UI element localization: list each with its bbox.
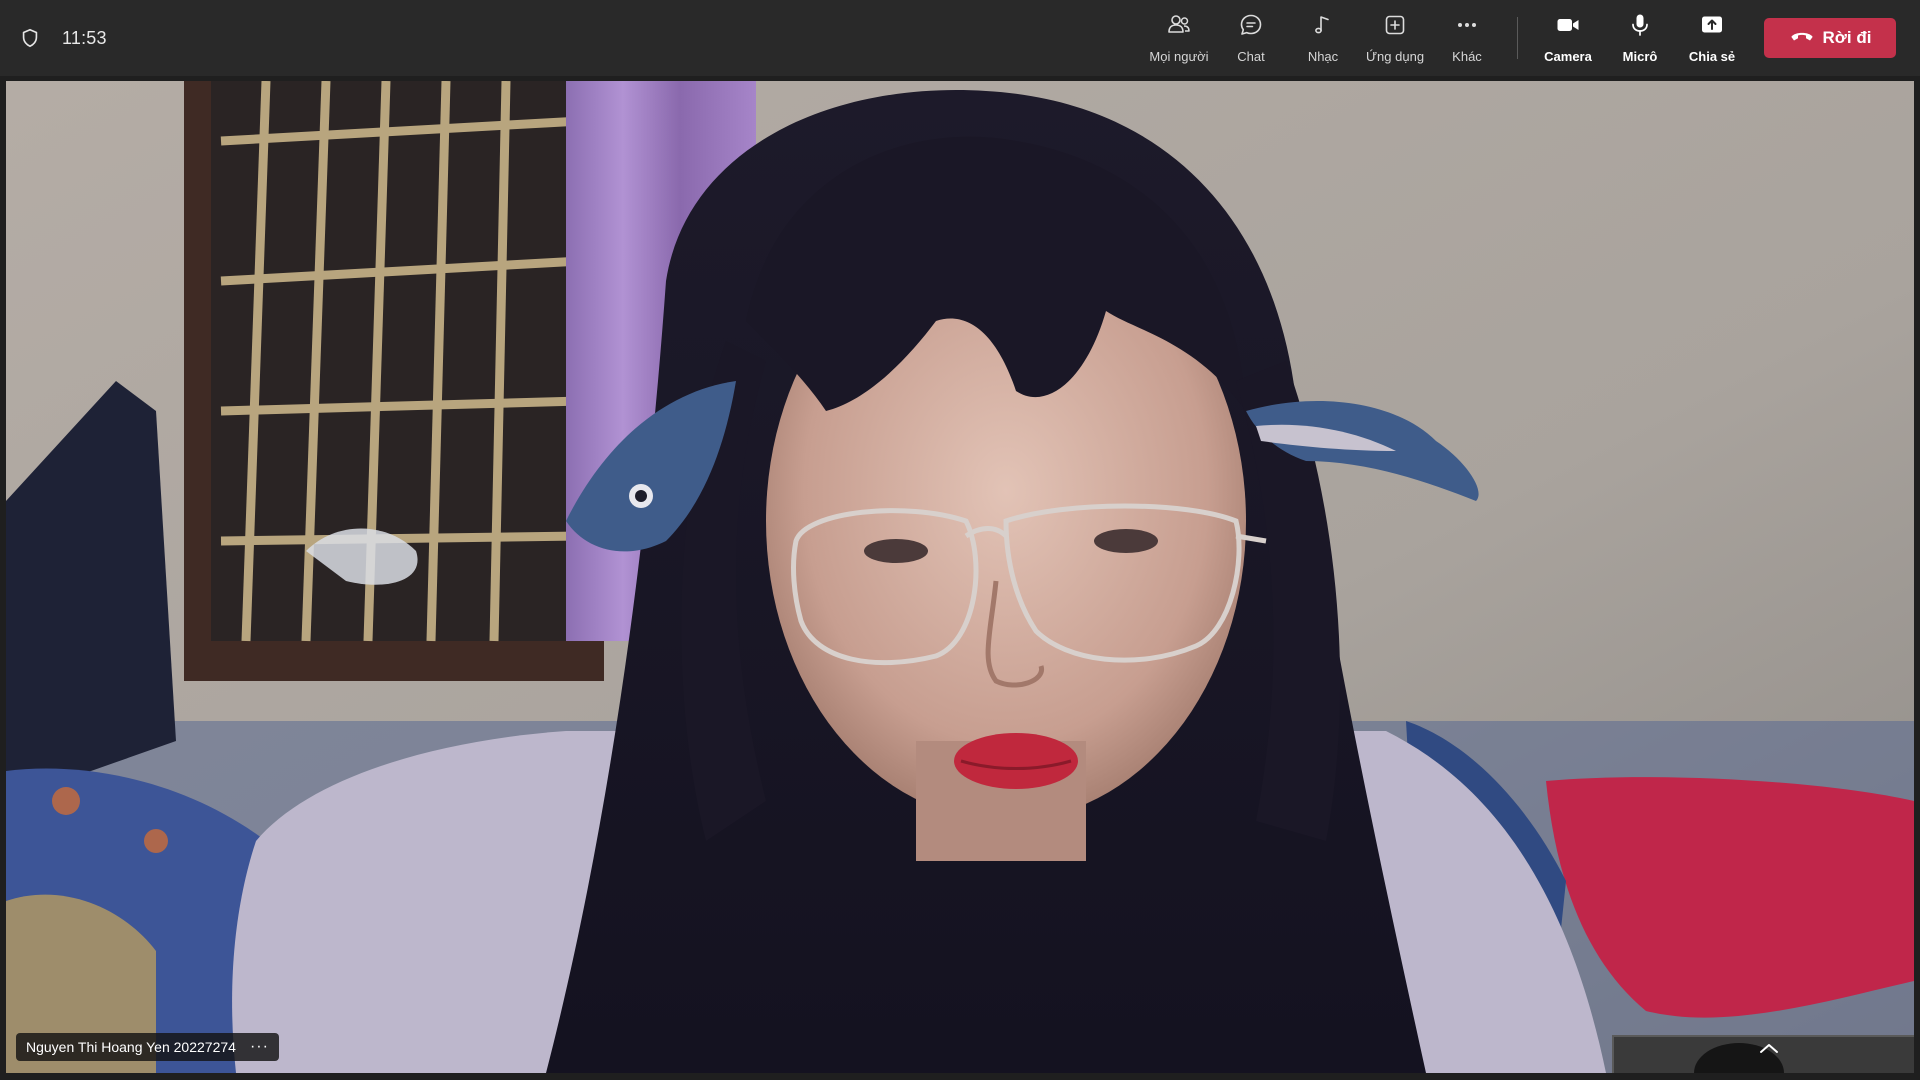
participant-name-tag: Nguyen Thi Hoang Yen 20227274 ··· — [16, 1033, 279, 1061]
music-button[interactable]: Nhạc — [1287, 6, 1359, 70]
leave-label: Rời đi — [1822, 28, 1872, 47]
participant-video[interactable]: Nguyen Thi Hoang Yen 20227274 ··· — [6, 81, 1914, 1073]
more-dots-icon — [1454, 12, 1480, 43]
toolbar-divider — [1517, 17, 1518, 59]
leave-button[interactable]: Rời đi — [1764, 18, 1896, 58]
call-controls: Mọi người Chat Nhạc Ứng dụng Khác Camera… — [1143, 0, 1896, 76]
camera-button[interactable]: Camera — [1532, 6, 1604, 70]
chevron-up-icon[interactable] — [1758, 1041, 1780, 1055]
chat-bubble-icon — [1238, 12, 1264, 43]
music-label: Nhạc — [1307, 49, 1339, 64]
shield-icon[interactable] — [18, 26, 42, 50]
meeting-info: 11:53 — [18, 0, 107, 76]
participant-options-button[interactable]: ··· — [250, 1039, 269, 1055]
apps-button[interactable]: Ứng dụng — [1359, 6, 1431, 70]
chat-label: Chat — [1237, 49, 1265, 64]
share-label: Chia sẻ — [1688, 49, 1736, 64]
participant-name: Nguyen Thi Hoang Yen 20227274 — [26, 1039, 236, 1055]
people-label: Mọi người — [1149, 49, 1209, 64]
mic-button[interactable]: Micrô — [1604, 6, 1676, 70]
apps-label: Ứng dụng — [1365, 49, 1425, 64]
hang-up-phone-icon — [1789, 28, 1815, 49]
share-upload-icon — [1699, 12, 1725, 43]
share-button[interactable]: Chia sẻ — [1676, 6, 1748, 70]
music-note-icon — [1310, 12, 1336, 43]
more-label: Khác — [1452, 49, 1482, 64]
self-view-preview[interactable] — [1612, 1035, 1914, 1073]
microphone-icon — [1627, 12, 1653, 43]
more-button[interactable]: Khác — [1431, 6, 1503, 70]
video-frame-image — [6, 81, 1914, 1073]
add-app-icon — [1382, 12, 1408, 43]
chat-button[interactable]: Chat — [1215, 6, 1287, 70]
people-button[interactable]: Mọi người — [1143, 6, 1215, 70]
meeting-toolbar: 11:53 Mọi người Chat Nhạc Ứng dụng Khác … — [0, 0, 1920, 76]
video-camera-icon — [1555, 12, 1581, 43]
mic-label: Micrô — [1622, 49, 1658, 64]
people-icon — [1166, 12, 1192, 43]
meeting-clock: 11:53 — [62, 27, 107, 48]
camera-label: Camera — [1544, 49, 1592, 64]
